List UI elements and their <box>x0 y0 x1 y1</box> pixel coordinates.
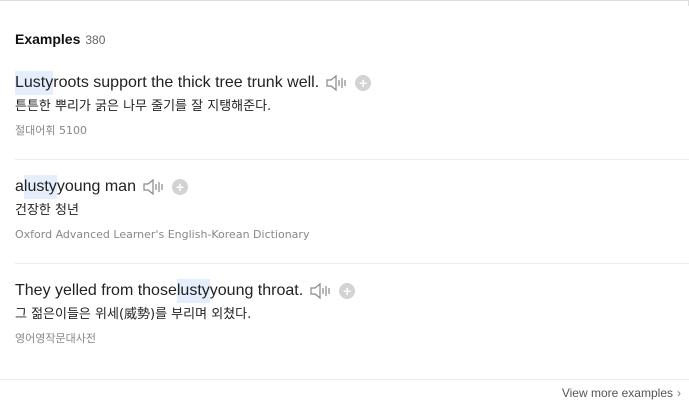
keyword-highlight: lusty <box>23 175 57 199</box>
sentence-text: a <box>15 178 24 195</box>
view-more-examples-link[interactable]: View more examples › <box>562 386 681 400</box>
top-corner <box>684 0 689 6</box>
example-source: 영어영작문대사전 <box>15 332 96 345</box>
plus-icon: + <box>175 179 185 195</box>
plus-icon: + <box>359 75 368 91</box>
examples-title: Examples <box>15 31 81 47</box>
divider <box>15 159 689 160</box>
example-sentence: They yelled from those lusty young throa… <box>15 279 689 303</box>
add-to-wordbook-button[interactable]: + <box>355 75 372 91</box>
speaker-icon[interactable] <box>325 73 349 93</box>
example-item: Lusty roots support the thick tree trunk… <box>15 71 689 139</box>
plus-icon: + <box>343 283 352 299</box>
examples-count: 380 <box>85 33 106 47</box>
footer-divider <box>0 379 689 380</box>
example-translation: 건장한 청년 <box>15 203 79 218</box>
example-sentence: Lusty roots support the thick tree trunk… <box>15 71 689 95</box>
sentence-text: roots support the thick tree trunk well. <box>53 74 320 91</box>
speaker-icon[interactable] <box>309 281 333 301</box>
speaker-icon[interactable] <box>142 177 166 197</box>
keyword-highlight: lusty <box>176 279 210 303</box>
example-translation: 튼튼한 뿌리가 굵은 나무 줄기를 잘 지탱해준다. <box>15 99 272 114</box>
example-source: 절대어휘 5100 <box>15 124 87 137</box>
view-more-label: View more examples <box>561 386 673 400</box>
add-to-wordbook-button[interactable]: + <box>171 179 188 195</box>
example-item: They yelled from those lusty young throa… <box>15 279 689 347</box>
sentence-text: They yelled from those <box>15 282 177 299</box>
keyword-highlight: Lusty <box>15 71 54 95</box>
add-to-wordbook-button[interactable]: + <box>339 283 356 299</box>
sentence-text: young throat. <box>209 282 304 299</box>
chevron-right-icon: › <box>677 386 681 400</box>
example-translation: 그 젊은이들은 위세(威勢)를 부리며 외쳤다. <box>15 307 252 322</box>
sentence-text: young man <box>56 178 136 195</box>
example-source: Oxford Advanced Learner's English-Korean… <box>15 228 310 241</box>
examples-header: Examples 380 <box>15 31 105 47</box>
example-sentence: a lusty young man + <box>15 175 689 199</box>
divider <box>15 263 689 264</box>
top-border <box>0 0 689 1</box>
example-item: a lusty young man + 건장한 청년 Oxford Advanc… <box>15 175 689 243</box>
